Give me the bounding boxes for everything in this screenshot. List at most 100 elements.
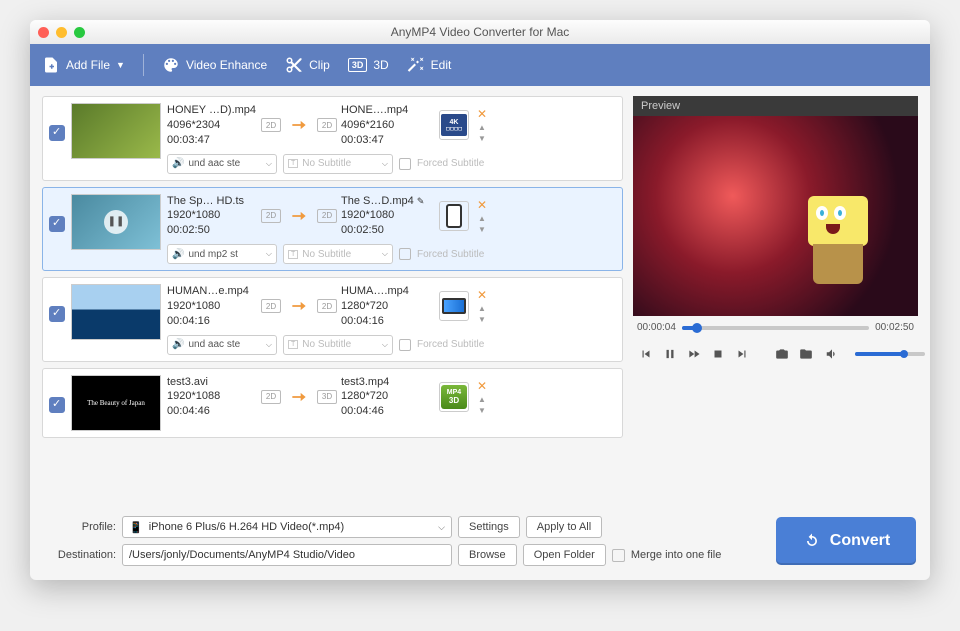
edit-button[interactable]: Edit	[407, 56, 452, 74]
pause-icon[interactable]	[663, 347, 677, 361]
list-item[interactable]: HUMAN…e.mp41920*108000:04:16 2D 2D HUMA……	[42, 277, 623, 362]
forced-subtitle-checkbox[interactable]	[399, 339, 411, 351]
preview-label: Preview	[633, 96, 918, 116]
audio-track-select[interactable]: 🔊und mp2 st⌵	[167, 244, 277, 264]
source-info: HONEY …D).mp44096*230400:03:47	[167, 103, 257, 148]
output-format-icon[interactable]: MP43D	[439, 382, 469, 412]
move-up-icon[interactable]: ▲	[478, 395, 486, 404]
stop-icon[interactable]	[711, 347, 725, 361]
convert-label: Convert	[830, 532, 890, 550]
three-d-label: 3D	[373, 58, 388, 72]
move-down-icon[interactable]: ▼	[478, 134, 486, 143]
folder-icon[interactable]	[799, 347, 813, 361]
subtitle-select[interactable]: TNo Subtitle⌵	[283, 154, 393, 174]
arrow-icon	[285, 115, 313, 135]
output-format-icon[interactable]: 4K◻◻◻◻	[439, 110, 469, 140]
profile-label: Profile:	[44, 521, 116, 533]
move-up-icon[interactable]: ▲	[478, 123, 486, 132]
move-down-icon[interactable]: ▼	[478, 225, 486, 234]
chevron-down-icon: ⌵	[438, 522, 445, 533]
arrow-icon	[285, 296, 313, 316]
source-mode-tag: 2D	[261, 118, 281, 132]
wand-icon	[407, 56, 425, 74]
next-icon[interactable]	[735, 347, 749, 361]
snapshot-icon[interactable]	[775, 347, 789, 361]
volume-slider[interactable]	[855, 352, 925, 356]
item-thumbnail[interactable]: The Beauty of Japan	[71, 375, 161, 431]
profile-value: iPhone 6 Plus/6 H.264 HD Video(*.mp4)	[149, 521, 344, 533]
move-down-icon[interactable]: ▼	[478, 315, 486, 324]
preview-controls	[633, 339, 918, 369]
forced-subtitle-label: Forced Subtitle	[417, 339, 484, 350]
open-folder-button[interactable]: Open Folder	[523, 544, 606, 566]
merge-label: Merge into one file	[631, 549, 722, 561]
file-list: HONEY …D).mp44096*230400:03:47 2D 2D HON…	[42, 96, 623, 504]
item-checkbox[interactable]	[49, 306, 65, 322]
source-mode-tag: 2D	[261, 299, 281, 313]
time-current: 00:00:04	[637, 322, 676, 333]
scissors-icon	[285, 56, 303, 74]
audio-track-select[interactable]: 🔊und aac ste⌵	[167, 154, 277, 174]
clip-button[interactable]: Clip	[285, 56, 330, 74]
subtitle-icon: T	[288, 250, 298, 259]
source-mode-tag: 2D	[261, 209, 281, 223]
list-item[interactable]: The Beauty of Japan test3.avi1920*108800…	[42, 368, 623, 438]
convert-button[interactable]: Convert	[776, 517, 916, 565]
remove-item-icon[interactable]: ✕	[477, 198, 487, 212]
item-checkbox[interactable]	[49, 397, 65, 413]
add-file-icon	[42, 56, 60, 74]
move-down-icon[interactable]: ▼	[478, 406, 486, 415]
merge-checkbox[interactable]	[612, 549, 625, 562]
refresh-icon	[802, 531, 822, 551]
volume-icon[interactable]	[825, 347, 839, 361]
forced-subtitle-label: Forced Subtitle	[417, 158, 484, 169]
prev-icon[interactable]	[639, 347, 653, 361]
browse-button[interactable]: Browse	[458, 544, 517, 566]
speaker-icon: 🔊	[172, 249, 184, 260]
audio-track-select[interactable]: 🔊und aac ste⌵	[167, 335, 277, 355]
speaker-icon: 🔊	[172, 339, 184, 350]
preview-seek-slider[interactable]	[682, 326, 869, 330]
remove-item-icon[interactable]: ✕	[477, 379, 487, 393]
footer: Profile: 📱 iPhone 6 Plus/6 H.264 HD Vide…	[30, 510, 930, 580]
preview-panel: Preview 00:00:04 00:02:50	[633, 96, 918, 504]
item-thumbnail[interactable]	[71, 284, 161, 340]
output-format-icon[interactable]	[439, 291, 469, 321]
fast-forward-icon[interactable]	[687, 347, 701, 361]
item-thumbnail[interactable]	[71, 103, 161, 159]
forced-subtitle-checkbox[interactable]	[399, 158, 411, 170]
dest-mode-tag: 2D	[317, 209, 337, 223]
item-checkbox[interactable]	[49, 125, 65, 141]
preview-screen[interactable]	[633, 116, 918, 316]
forced-subtitle-checkbox[interactable]	[399, 248, 411, 260]
clip-label: Clip	[309, 58, 330, 72]
item-checkbox[interactable]	[49, 216, 65, 232]
dest-info: HONE….mp44096*216000:03:47	[341, 103, 431, 148]
add-file-caret-icon[interactable]: ▼	[116, 60, 125, 70]
apply-to-all-button[interactable]: Apply to All	[526, 516, 602, 538]
source-info: HUMAN…e.mp41920*108000:04:16	[167, 284, 257, 329]
palette-icon	[162, 56, 180, 74]
move-up-icon[interactable]: ▲	[478, 214, 486, 223]
time-total: 00:02:50	[875, 322, 914, 333]
subtitle-select[interactable]: TNo Subtitle⌵	[283, 244, 393, 264]
output-format-icon[interactable]	[439, 201, 469, 231]
profile-select[interactable]: 📱 iPhone 6 Plus/6 H.264 HD Video(*.mp4) …	[122, 516, 452, 538]
destination-input[interactable]: /Users/jonly/Documents/AnyMP4 Studio/Vid…	[122, 544, 452, 566]
source-info: The Sp… HD.ts1920*108000:02:50	[167, 194, 257, 239]
remove-item-icon[interactable]: ✕	[477, 288, 487, 302]
speaker-icon: 🔊	[172, 158, 184, 169]
subtitle-select[interactable]: TNo Subtitle⌵	[283, 335, 393, 355]
add-file-button[interactable]: Add File ▼	[42, 56, 125, 74]
video-enhance-button[interactable]: Video Enhance	[162, 56, 267, 74]
dest-mode-tag: 2D	[317, 299, 337, 313]
move-up-icon[interactable]: ▲	[478, 304, 486, 313]
list-item[interactable]: HONEY …D).mp44096*230400:03:47 2D 2D HON…	[42, 96, 623, 181]
edit-name-icon[interactable]: ✎	[417, 196, 425, 206]
remove-item-icon[interactable]: ✕	[477, 107, 487, 121]
list-item[interactable]: ❚❚ The Sp… HD.ts1920*108000:02:50 2D 2D …	[42, 187, 623, 272]
three-d-button[interactable]: 3D 3D	[348, 58, 389, 72]
item-thumbnail[interactable]: ❚❚	[71, 194, 161, 250]
dest-mode-tag: 3D	[317, 390, 337, 404]
settings-button[interactable]: Settings	[458, 516, 520, 538]
